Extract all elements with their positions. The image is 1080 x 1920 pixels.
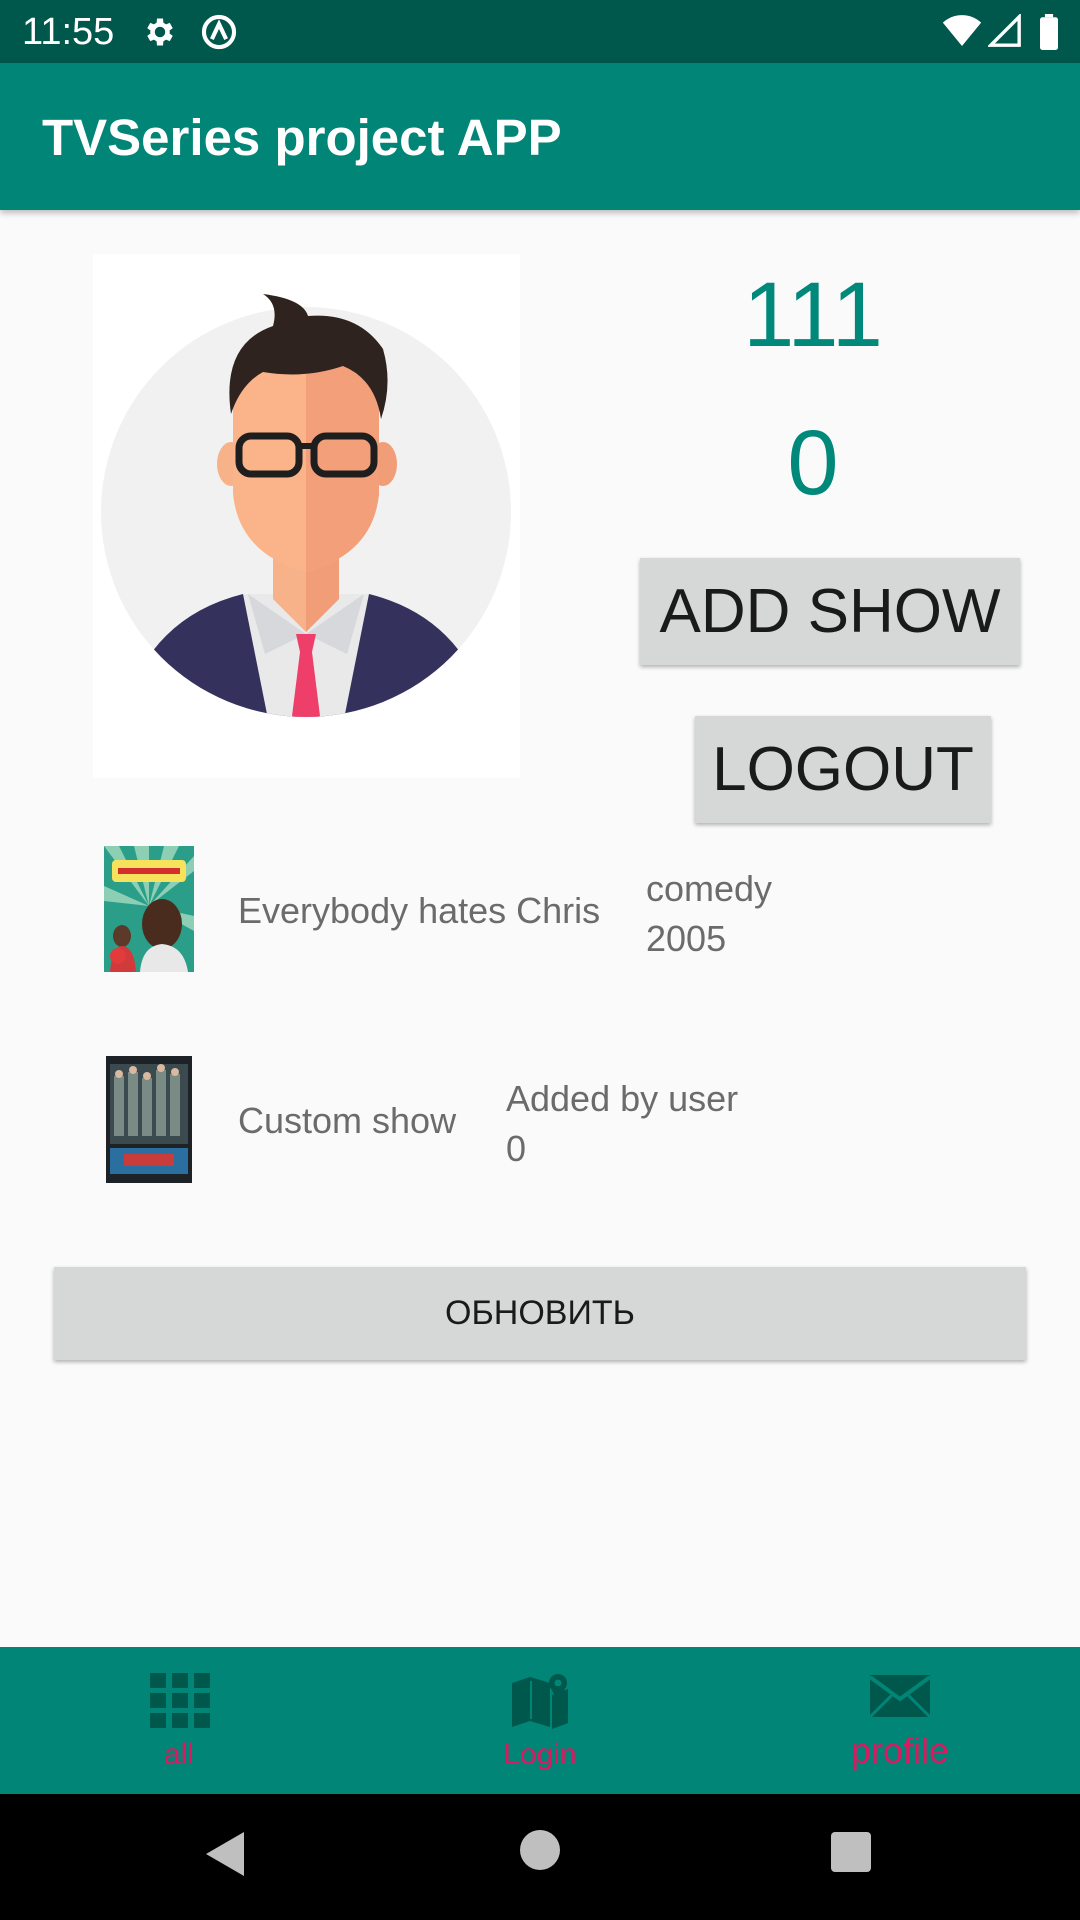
back-icon[interactable] [204, 1830, 246, 1878]
nav-item-profile[interactable]: profile [720, 1647, 1080, 1794]
show-meta: Added by user 0 [506, 1074, 738, 1174]
list-item[interactable]: Everybody hates Chris comedy 2005 [0, 846, 1080, 976]
mail-icon [870, 1675, 930, 1719]
home-icon[interactable] [520, 1830, 560, 1870]
grid-icon [150, 1673, 210, 1728]
nav-item-login[interactable]: Login [360, 1647, 720, 1794]
avatar [93, 254, 520, 778]
recents-icon[interactable] [831, 1832, 871, 1872]
app-title: TVSeries project APP [42, 109, 562, 166]
show-year: 2005 [646, 918, 727, 959]
list-item[interactable]: Custom show Added by user 0 [0, 1056, 1080, 1186]
show-title: Custom show [238, 1100, 457, 1141]
nav-label-login: Login [503, 1738, 577, 1771]
refresh-button[interactable]: ОБНОВИТЬ [54, 1267, 1026, 1360]
show-title: Everybody hates Chris [238, 890, 601, 931]
show-genre: comedy [646, 868, 773, 909]
circle-a-icon [201, 14, 237, 50]
stat-secondary-number: 0 [787, 412, 839, 514]
battery-icon [1040, 14, 1058, 50]
wifi-icon [942, 15, 982, 46]
show-year: 0 [506, 1128, 527, 1169]
show-poster-icon [106, 1056, 192, 1183]
show-poster-icon [104, 846, 194, 972]
status-time: 11:55 [22, 11, 115, 53]
nav-label-all: all [163, 1738, 194, 1771]
add-show-button[interactable]: ADD SHOW [640, 558, 1020, 665]
show-meta: comedy 2005 [646, 864, 772, 964]
map-icon [512, 1674, 568, 1729]
signal-icon [988, 14, 1021, 47]
app-bar: TVSeries project APP [0, 63, 1080, 210]
gear-icon [147, 18, 173, 46]
bottom-navigation: all Login profile [0, 1647, 1080, 1794]
user-avatar-icon [101, 294, 511, 717]
status-bar: 11:55 [0, 0, 1080, 63]
nav-label-profile: profile [850, 1730, 950, 1771]
stat-primary-number: 111 [743, 264, 883, 366]
logout-button[interactable]: LOGOUT [695, 716, 991, 823]
nav-item-all[interactable]: all [0, 1647, 360, 1794]
show-genre: Added by user [506, 1078, 739, 1119]
system-navigation-bar [0, 1794, 1080, 1920]
